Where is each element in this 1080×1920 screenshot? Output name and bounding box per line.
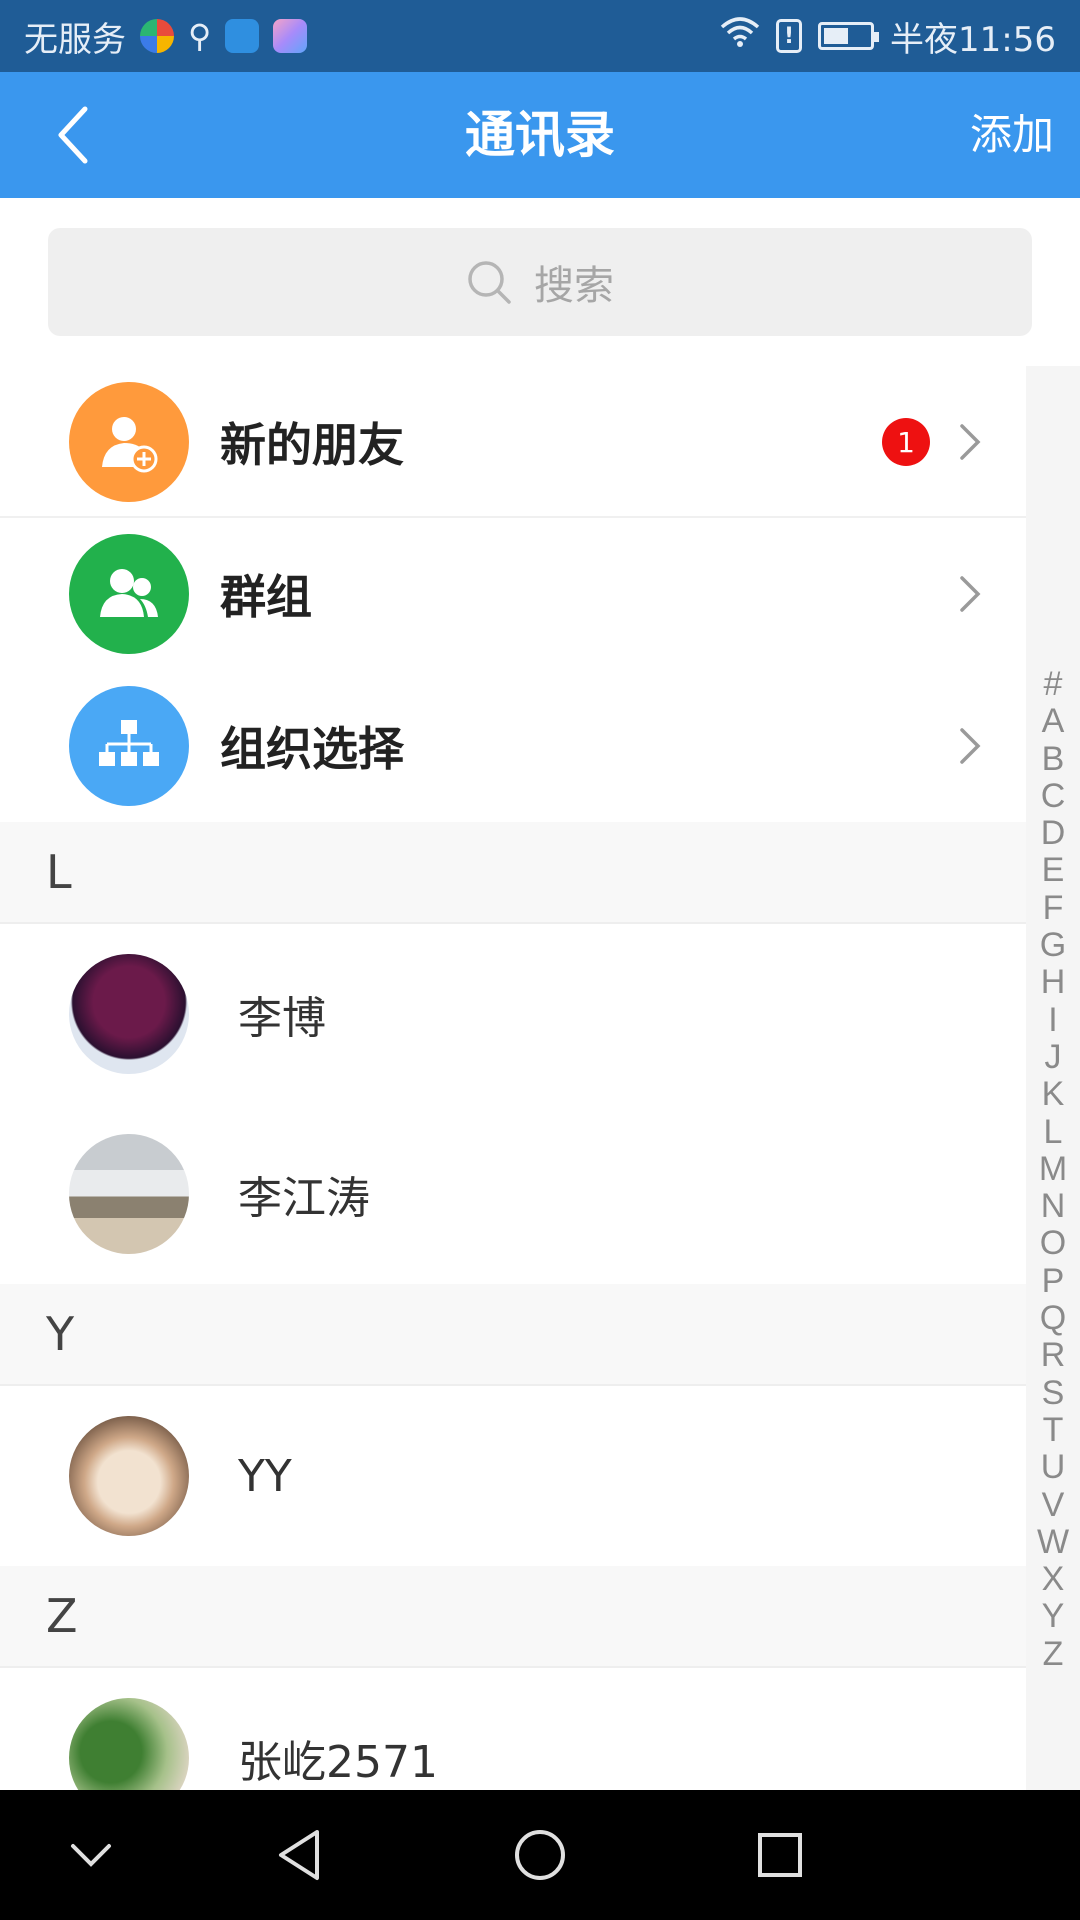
- index-letter[interactable]: H: [1041, 964, 1066, 1002]
- index-letter[interactable]: B: [1042, 740, 1065, 778]
- index-letter[interactable]: #: [1044, 665, 1063, 703]
- chevron-right-icon: [950, 422, 990, 462]
- index-letter[interactable]: F: [1043, 889, 1064, 927]
- new-friends-label: 新的朋友: [220, 418, 404, 472]
- index-letter[interactable]: S: [1042, 1374, 1065, 1412]
- status-bar: 无服务 ⚲ ! 半夜11:56: [0, 0, 1080, 72]
- contact-row[interactable]: 李博: [0, 924, 1026, 1104]
- index-letters: # A B C D E F G H I J K L M N O P Q R S T U V W X Y Z: [1026, 665, 1080, 1673]
- index-letter[interactable]: W: [1037, 1523, 1069, 1561]
- groups-label: 群组: [220, 570, 312, 624]
- index-letter[interactable]: Y: [1042, 1598, 1065, 1636]
- home-nav-button[interactable]: [475, 1790, 605, 1920]
- contact-row[interactable]: 张屹2571: [0, 1668, 1026, 1790]
- contact-name: 李江涛: [238, 1173, 370, 1224]
- index-letter[interactable]: C: [1041, 777, 1066, 815]
- index-letter[interactable]: Q: [1040, 1299, 1066, 1337]
- organization-label: 组织选择: [220, 722, 404, 776]
- groups-row[interactable]: 群组: [0, 518, 1026, 670]
- usb-icon: ⚲: [188, 17, 212, 55]
- browser-app-icon: [140, 19, 174, 53]
- index-letter[interactable]: E: [1042, 852, 1065, 890]
- index-letter[interactable]: K: [1042, 1075, 1065, 1113]
- contact-name: 李博: [238, 993, 326, 1044]
- index-letter[interactable]: A: [1042, 702, 1065, 740]
- group-icon: [69, 534, 189, 654]
- square-recents-icon: [758, 1833, 802, 1877]
- circle-home-icon: [515, 1830, 565, 1880]
- wifi-icon: [720, 15, 760, 58]
- index-letter[interactable]: Z: [1043, 1635, 1064, 1673]
- status-right: ! 半夜11:56: [720, 0, 1056, 72]
- notification-badge: 1: [882, 418, 930, 466]
- index-letter[interactable]: O: [1040, 1225, 1066, 1263]
- chevron-right-icon: [950, 574, 990, 614]
- chevron-down-icon: [71, 1844, 111, 1867]
- add-friend-icon: [69, 382, 189, 502]
- section-header-z: Z: [0, 1566, 1026, 1668]
- index-letter[interactable]: R: [1041, 1337, 1066, 1375]
- app-header: 通讯录 添加: [0, 72, 1080, 198]
- index-letter[interactable]: I: [1048, 1001, 1057, 1039]
- index-letter[interactable]: U: [1041, 1448, 1066, 1486]
- organization-row[interactable]: 组织选择: [0, 670, 1026, 822]
- index-letter[interactable]: X: [1042, 1560, 1065, 1598]
- back-nav-button[interactable]: [234, 1790, 364, 1920]
- alphabet-index[interactable]: # A B C D E F G H I J K L M N O P Q R S T U V W X Y Z: [1026, 366, 1080, 1790]
- index-letter[interactable]: G: [1040, 926, 1066, 964]
- recents-nav-button[interactable]: [715, 1790, 845, 1920]
- avatar: [69, 1416, 189, 1536]
- index-letter[interactable]: P: [1042, 1262, 1065, 1300]
- index-letter[interactable]: V: [1042, 1486, 1065, 1524]
- new-friends-row[interactable]: 新的朋友 1: [0, 366, 1026, 518]
- contact-name: 张屹2571: [238, 1737, 438, 1788]
- cloud-app-icon: [225, 19, 260, 53]
- triangle-back-icon: [279, 1830, 319, 1880]
- section-header-y: Y: [0, 1284, 1026, 1386]
- add-button[interactable]: 添加: [970, 72, 1054, 198]
- search-input[interactable]: 搜索: [48, 228, 1032, 336]
- contact-name: YY: [238, 1450, 292, 1502]
- system-nav-bar: [0, 1790, 1080, 1920]
- gallery-app-icon: [273, 19, 308, 53]
- index-letter[interactable]: N: [1041, 1187, 1066, 1225]
- carrier-text: 无服务: [24, 19, 126, 60]
- chevron-right-icon: [950, 726, 990, 766]
- avatar: [69, 1698, 189, 1790]
- index-letter[interactable]: J: [1045, 1038, 1062, 1076]
- index-letter[interactable]: M: [1039, 1150, 1067, 1188]
- battery-icon: [818, 22, 880, 50]
- hide-nav-button[interactable]: [26, 1790, 156, 1920]
- index-letter[interactable]: D: [1041, 814, 1066, 852]
- contact-list[interactable]: 新的朋友 1 群组 组织选择 L 李博 李江涛 Y YY Z 张屹2571: [0, 366, 1026, 1790]
- search-icon: [468, 261, 511, 304]
- status-left: 无服务 ⚲: [24, 0, 308, 72]
- org-chart-icon: [69, 686, 189, 806]
- clock-text: 半夜11:56: [890, 19, 1056, 60]
- avatar: [69, 1134, 189, 1254]
- search-placeholder: 搜索: [534, 263, 614, 309]
- avatar: [69, 954, 189, 1074]
- section-header-l: L: [0, 822, 1026, 924]
- index-letter[interactable]: L: [1044, 1113, 1063, 1151]
- page-title: 通讯录: [465, 106, 615, 164]
- index-letter[interactable]: T: [1043, 1411, 1064, 1449]
- alert-icon: !: [776, 19, 803, 53]
- contact-row[interactable]: 李江涛: [0, 1104, 1026, 1284]
- contact-row[interactable]: YY: [0, 1386, 1026, 1566]
